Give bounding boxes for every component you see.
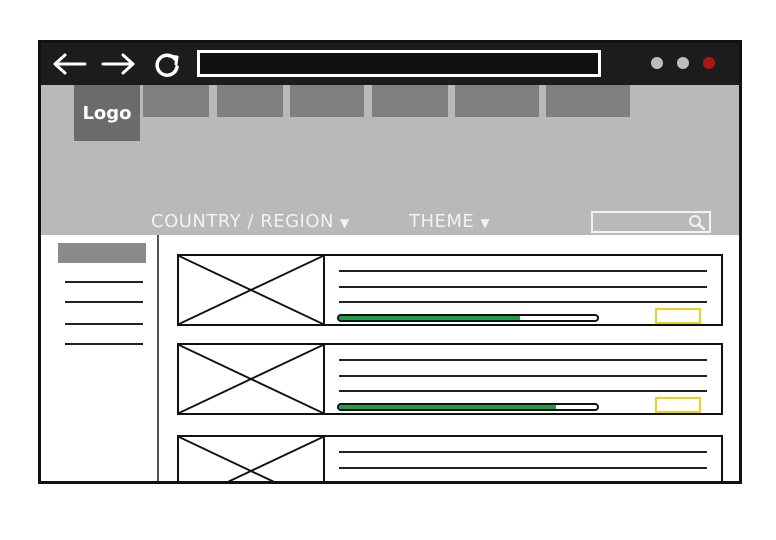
progress-bar <box>337 314 599 322</box>
nav-tab-4[interactable] <box>372 85 448 117</box>
list-item[interactable] <box>177 435 723 484</box>
image-placeholder-icon <box>179 345 325 413</box>
text-line <box>339 482 707 484</box>
text-line <box>339 375 707 377</box>
text-line <box>339 359 707 361</box>
image-placeholder-icon <box>179 256 325 324</box>
sidebar-item[interactable] <box>65 301 143 303</box>
window-button-close[interactable] <box>703 57 715 69</box>
image-placeholder-icon <box>179 437 325 481</box>
browser-titlebar <box>41 43 739 85</box>
logo[interactable]: Logo <box>74 85 140 141</box>
progress-bar <box>337 403 599 411</box>
address-bar[interactable] <box>197 50 601 77</box>
action-button[interactable] <box>655 397 701 413</box>
chevron-down-icon: ▼ <box>480 216 491 230</box>
chevron-down-icon: ▼ <box>340 216 350 230</box>
theme-filter[interactable]: THEME ▼ <box>409 211 490 232</box>
browser-window: Logo COUNTRY / REGION ▼ THEME ▼ <box>38 40 742 484</box>
sidebar <box>41 235 159 481</box>
nav-tab-2[interactable] <box>217 85 283 117</box>
nav-tab-3[interactable] <box>290 85 364 117</box>
text-line <box>339 451 707 453</box>
search-icon[interactable] <box>688 214 706 231</box>
search-input[interactable] <box>591 211 711 233</box>
theme-label: THEME <box>409 211 475 232</box>
sidebar-item[interactable] <box>65 281 143 283</box>
text-line <box>339 301 707 303</box>
text-line <box>339 390 707 392</box>
site-header: Logo COUNTRY / REGION ▼ THEME ▼ <box>41 85 739 235</box>
text-line <box>339 286 707 288</box>
arrow-left-icon[interactable] <box>51 51 89 77</box>
sidebar-heading-block <box>58 243 146 263</box>
window-button-minimize[interactable] <box>651 57 663 69</box>
sidebar-item[interactable] <box>65 343 143 345</box>
window-button-maximize[interactable] <box>677 57 689 69</box>
reload-icon[interactable] <box>153 51 183 79</box>
text-line <box>339 467 707 469</box>
nav-tab-5[interactable] <box>455 85 539 117</box>
progress-fill <box>339 316 520 320</box>
nav-tab-6[interactable] <box>546 85 630 117</box>
nav-tab-1[interactable] <box>143 85 209 117</box>
sidebar-item[interactable] <box>65 323 143 325</box>
country-region-label: COUNTRY / REGION <box>151 211 334 232</box>
list-item[interactable] <box>177 343 723 415</box>
action-button[interactable] <box>655 308 701 324</box>
country-region-filter[interactable]: COUNTRY / REGION ▼ <box>151 211 350 232</box>
list-item[interactable] <box>177 254 723 326</box>
progress-fill <box>339 405 556 409</box>
arrow-right-icon[interactable] <box>99 51 137 77</box>
text-line <box>339 270 707 272</box>
